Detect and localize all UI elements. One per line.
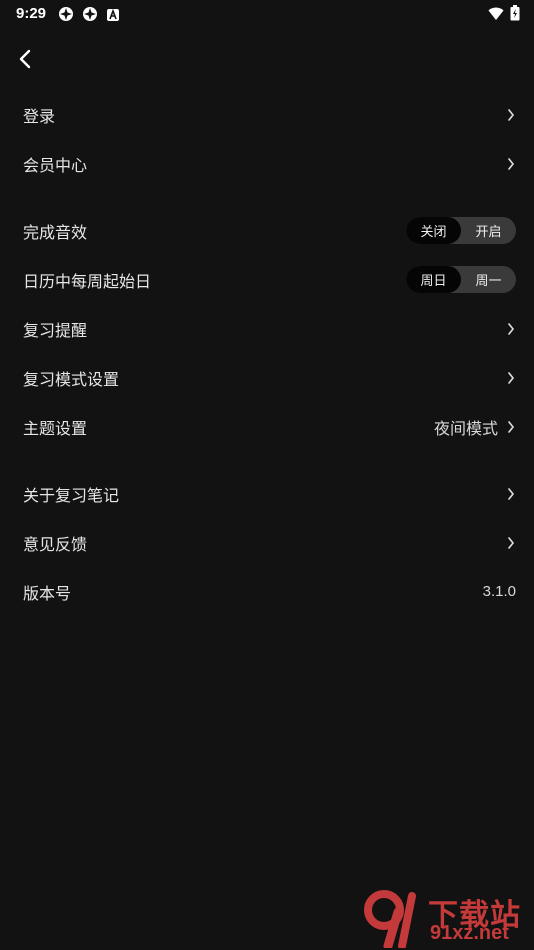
back-button[interactable] — [12, 46, 38, 72]
completion-sound-row: 完成音效 关闭 开启 — [0, 206, 534, 255]
top-bar — [0, 38, 534, 78]
version-value: 3.1.0 — [482, 583, 516, 600]
feedback-label: 意见反馈 — [23, 534, 88, 554]
sound-option-on[interactable]: 开启 — [461, 217, 516, 244]
review-reminder-label: 复习提醒 — [23, 320, 88, 340]
status-bar: 9:29 — [0, 0, 534, 28]
version-row: 版本号 3.1.0 — [0, 567, 534, 616]
review-mode-label: 复习模式设置 — [23, 369, 120, 389]
chevron-right-icon — [506, 487, 516, 501]
week-start-row: 日历中每周起始日 周日 周一 — [0, 255, 534, 304]
completion-sound-toggle: 关闭 开启 — [406, 217, 516, 244]
week-start-option-sunday[interactable]: 周日 — [406, 266, 461, 293]
app-icon-a — [106, 7, 120, 26]
chevron-right-icon — [506, 420, 516, 434]
version-label: 版本号 — [23, 583, 72, 603]
chevron-right-icon — [506, 157, 516, 171]
app-icon-1 — [58, 6, 74, 26]
sound-option-off[interactable]: 关闭 — [406, 217, 461, 244]
theme-row[interactable]: 主题设置 夜间模式 — [0, 402, 534, 451]
site-watermark: 下载站 91xz.net — [360, 890, 530, 948]
chevron-right-icon — [506, 536, 516, 550]
watermark-brand-bottom: 91xz.net — [430, 922, 509, 944]
status-system-icons — [488, 5, 520, 25]
about-label: 关于复习笔记 — [23, 485, 120, 505]
login-row[interactable]: 登录 — [0, 90, 534, 139]
chevron-left-icon — [19, 49, 31, 69]
vip-center-row[interactable]: 会员中心 — [0, 139, 534, 188]
week-start-option-monday[interactable]: 周一 — [461, 266, 516, 293]
about-row[interactable]: 关于复习笔记 — [0, 469, 534, 518]
week-start-toggle: 周日 周一 — [406, 266, 516, 293]
theme-value: 夜间模式 — [433, 418, 498, 438]
review-mode-row[interactable]: 复习模式设置 — [0, 353, 534, 402]
review-reminder-row[interactable]: 复习提醒 — [0, 304, 534, 353]
login-label: 登录 — [23, 106, 56, 126]
chevron-right-icon — [506, 322, 516, 336]
status-time: 9:29 — [16, 5, 47, 22]
feedback-row[interactable]: 意见反馈 — [0, 518, 534, 567]
wifi-icon — [488, 6, 504, 25]
vip-center-label: 会员中心 — [23, 155, 88, 175]
app-icon-2 — [82, 6, 98, 26]
chevron-right-icon — [506, 371, 516, 385]
chevron-right-icon — [506, 108, 516, 122]
week-start-label: 日历中每周起始日 — [23, 271, 152, 291]
theme-label: 主题设置 — [23, 418, 88, 438]
completion-sound-label: 完成音效 — [23, 222, 88, 242]
status-notification-icons — [58, 6, 120, 26]
battery-icon — [510, 5, 520, 25]
watermark-logo-icon — [364, 890, 416, 948]
